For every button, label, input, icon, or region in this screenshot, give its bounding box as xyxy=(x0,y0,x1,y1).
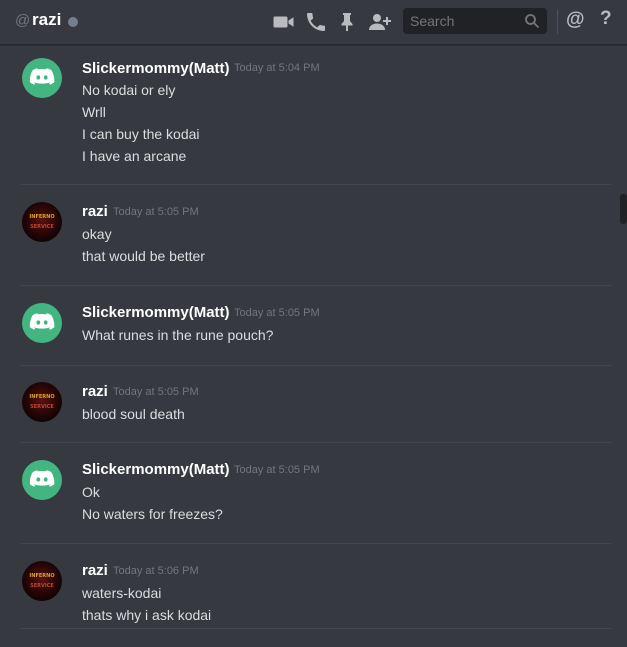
message-divider xyxy=(20,628,612,629)
username[interactable]: Slickermommy(Matt) xyxy=(82,60,230,77)
avatar[interactable]: INFERNO SERVICE xyxy=(22,561,62,601)
message-group: Slickermommy(Matt) Today at 5:05 PM Ok N… xyxy=(0,443,612,543)
dm-recipient-name[interactable]: razi xyxy=(32,10,61,30)
avatar[interactable]: INFERNO SERVICE xyxy=(22,382,62,422)
message-text: thats why i ask kodai xyxy=(82,607,212,623)
message-text: okay xyxy=(82,226,112,242)
message-text: blood soul death xyxy=(82,406,185,422)
dm-at-symbol: @ xyxy=(15,12,31,29)
channel-header: @ razi @ ? xyxy=(0,0,627,45)
message-group: Slickermommy(Matt) Today at 5:05 PM What… xyxy=(0,286,612,365)
message-group: INFERNO SERVICE razi Today at 5:06 PM wa… xyxy=(0,544,612,628)
discord-logo-icon xyxy=(29,470,55,487)
message-text: No waters for freezes? xyxy=(82,506,223,522)
message-group: Slickermommy(Matt) Today at 5:04 PM No k… xyxy=(0,46,612,184)
pinned-messages-icon[interactable] xyxy=(335,10,359,34)
offline-status-dot xyxy=(68,17,78,27)
message-group: INFERNO SERVICE razi Today at 5:05 PM bl… xyxy=(0,366,612,442)
message-text: I can buy the kodai xyxy=(82,126,200,142)
avatar[interactable] xyxy=(22,58,62,98)
add-friend-to-dm-icon[interactable] xyxy=(367,10,391,34)
help-button[interactable]: ? xyxy=(600,8,612,30)
username[interactable]: razi xyxy=(82,562,108,579)
username[interactable]: Slickermommy(Matt) xyxy=(82,304,230,321)
timestamp: Today at 5:05 PM xyxy=(234,307,320,319)
message-text: I have an arcane xyxy=(82,148,187,164)
avatar[interactable]: INFERNO SERVICE xyxy=(22,202,62,242)
search-box[interactable] xyxy=(403,8,547,34)
username[interactable]: Slickermommy(Matt) xyxy=(82,461,230,478)
message-text: that would be better xyxy=(82,248,205,264)
message-text: Ok xyxy=(82,484,100,500)
timestamp: Today at 5:05 PM xyxy=(234,464,320,476)
video-call-icon[interactable] xyxy=(272,10,296,34)
timestamp: Today at 5:04 PM xyxy=(234,62,320,74)
message-text: No kodai or ely xyxy=(82,82,176,98)
scrollbar-thumb[interactable] xyxy=(620,194,627,224)
timestamp: Today at 5:05 PM xyxy=(113,386,199,398)
timestamp: Today at 5:05 PM xyxy=(113,206,199,218)
avatar[interactable] xyxy=(22,460,62,500)
discord-logo-icon xyxy=(29,313,55,330)
timestamp: Today at 5:06 PM xyxy=(113,565,199,577)
search-icon xyxy=(524,13,540,29)
username[interactable]: razi xyxy=(82,203,108,220)
avatar[interactable] xyxy=(22,303,62,343)
voice-call-icon[interactable] xyxy=(304,10,328,34)
message-text: What runes in the rune pouch? xyxy=(82,327,274,343)
username[interactable]: razi xyxy=(82,383,108,400)
message-group: INFERNO SERVICE razi Today at 5:05 PM ok… xyxy=(0,185,612,285)
message-list[interactable]: Slickermommy(Matt) Today at 5:04 PM No k… xyxy=(0,46,627,647)
message-text: waters-kodai xyxy=(82,585,162,601)
header-divider xyxy=(557,10,558,34)
mentions-button[interactable]: @ xyxy=(566,9,585,31)
discord-logo-icon xyxy=(29,68,55,85)
message-text: Wrll xyxy=(82,104,106,120)
